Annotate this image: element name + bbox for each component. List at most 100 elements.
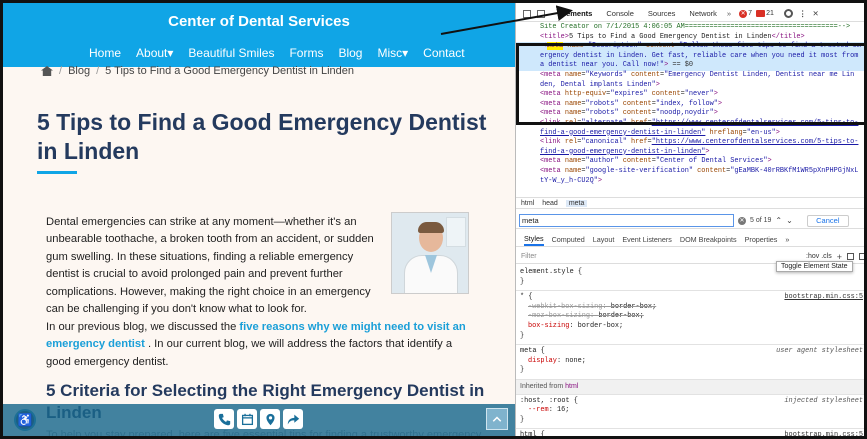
dom-node[interactable]: <meta http-equiv="expires" content="neve… <box>516 90 864 100</box>
dom-node[interactable]: <meta name="robots" content="noodp,noydi… <box>516 109 864 119</box>
css-rule: * {bootstrap.min.css:5 -webkit-box-sizing… <box>516 291 864 346</box>
dom-node[interactable]: <meta name="google-site-verification" co… <box>516 167 864 177</box>
dom-node[interactable]: <meta name="author" content="Center of D… <box>516 157 864 167</box>
device-toolbar-icon[interactable] <box>537 9 545 18</box>
css-property[interactable]: -webkit-box-sizing: border-box; <box>520 303 864 313</box>
css-property[interactable]: --rem: 16; <box>520 406 864 416</box>
sticky-action-bar: ♿ <box>3 404 515 436</box>
nav-home[interactable]: Home <box>89 46 121 60</box>
error-count: 7 <box>748 10 753 17</box>
page-title: 5 Tips to Find a Good Emergency Dentist … <box>37 109 487 164</box>
dom-node[interactable]: den, Dental implants Linden"> <box>516 81 864 91</box>
css-rule: meta {user agent stylesheet display: none… <box>516 345 864 380</box>
new-rule-icon[interactable]: + <box>837 252 842 262</box>
hov-cls-toggle[interactable]: :hov .cls <box>806 253 832 260</box>
phone-icon[interactable] <box>214 409 234 429</box>
cancel-search-button[interactable]: Cancel <box>806 214 849 227</box>
rule-source[interactable]: bootstrap.min.css:5 <box>784 293 863 303</box>
previous-match-icon[interactable]: ⌃ <box>775 216 782 225</box>
dom-node-selected[interactable]: ·· <meta name="Description" content="Fol… <box>516 42 864 52</box>
nav-misc[interactable]: Misc▾ <box>377 46 408 60</box>
crumb-html[interactable]: html <box>521 200 534 207</box>
main-nav: Home About▾ Beautiful Smiles Forms Blog … <box>89 46 480 60</box>
contact-actions <box>214 409 303 429</box>
settings-gear-icon[interactable] <box>783 9 793 18</box>
map-pin-icon[interactable] <box>260 409 280 429</box>
more-tabs-icon[interactable]: » <box>727 9 731 18</box>
dom-search-bar: ✕ 5 of 19 ⌃ ⌄ Cancel <box>516 213 864 229</box>
dom-search-input[interactable] <box>519 214 734 227</box>
tab-network[interactable]: Network <box>689 9 717 18</box>
dom-node[interactable]: tY-W_y_h-CU2Q"> <box>516 177 864 187</box>
rule-close-brace: } <box>520 277 525 286</box>
styles-filter-input[interactable]: Filter <box>521 253 806 260</box>
accessibility-icon[interactable]: ♿ <box>14 409 36 431</box>
nav-beautiful-smiles[interactable]: Beautiful Smiles <box>188 46 274 60</box>
tab-dom-breakpoints[interactable]: DOM Breakpoints <box>680 235 737 244</box>
more-panels-icon[interactable]: » <box>785 235 789 244</box>
dom-node[interactable]: <title>5 Tips to Find a Good Emergency D… <box>516 33 864 43</box>
tab-console[interactable]: Console <box>606 9 634 18</box>
css-property[interactable]: display: none; <box>520 357 864 367</box>
calendar-icon[interactable] <box>237 409 257 429</box>
next-match-icon[interactable]: ⌄ <box>786 216 793 225</box>
breadcrumb-blog[interactable]: Blog <box>68 65 90 77</box>
nav-about[interactable]: About▾ <box>136 46 173 60</box>
devtools-tabbar: Elements Console Sources Network » ✕ 7 21… <box>516 6 864 22</box>
close-icon[interactable]: ✕ <box>812 9 818 18</box>
previous-blog-paragraph: In our previous blog, we discussed the f… <box>46 319 476 371</box>
dom-tree: Site Creator on 7/1/2015 4:06:05 AM=====… <box>516 23 864 196</box>
nav-forms[interactable]: Forms <box>289 46 323 60</box>
dom-node[interactable]: Site Creator on 7/1/2015 4:06:05 AM=====… <box>516 23 864 33</box>
issue-count: 21 <box>766 10 774 17</box>
breadcrumb: / Blog / 5 Tips to Find a Good Emergency… <box>41 65 354 77</box>
dom-node[interactable]: <meta name="robots" content="index, foll… <box>516 100 864 110</box>
inspect-icon[interactable] <box>523 9 531 18</box>
dom-node[interactable]: <meta name="Keywords" content="Emergency… <box>516 71 864 81</box>
kebab-menu-icon[interactable]: ⋮ <box>799 9 807 18</box>
css-property[interactable]: -moz-box-sizing: border-box; <box>520 312 864 322</box>
rendering-icon[interactable] <box>859 253 864 260</box>
inherited-tag[interactable]: html <box>565 383 578 390</box>
intro-paragraph: Dental emergencies can strike at any mom… <box>46 216 374 316</box>
tab-layout[interactable]: Layout <box>593 235 615 244</box>
devtools-panel: Elements Console Sources Network » ✕ 7 21… <box>515 3 864 436</box>
rule-close-brace: } <box>520 366 525 375</box>
css-property[interactable]: box-sizing: border-box; <box>520 322 864 332</box>
dom-node[interactable]: <link rel="alternate" href="https://www.… <box>516 119 864 129</box>
nav-contact[interactable]: Contact <box>423 46 464 60</box>
breadcrumb-separator: / <box>59 65 63 77</box>
breadcrumb-separator: / <box>96 65 100 77</box>
computed-sidebar-icon[interactable] <box>847 253 854 260</box>
screenshot-frame: Center of Dental Services Home About▾ Be… <box>0 0 867 439</box>
rule-source: injected stylesheet <box>784 396 863 405</box>
nav-blog[interactable]: Blog <box>338 46 362 60</box>
tab-properties[interactable]: Properties <box>745 235 778 244</box>
clear-search-icon[interactable]: ✕ <box>738 216 746 225</box>
share-icon[interactable] <box>283 409 303 429</box>
dom-node[interactable]: find-a-good-emergency-dentist-in-linden"… <box>516 148 864 158</box>
error-count-badge[interactable]: ✕ 7 <box>739 9 753 18</box>
tab-sources[interactable]: Sources <box>648 9 676 18</box>
tab-elements[interactable]: Elements <box>559 9 592 18</box>
website-viewport: Center of Dental Services Home About▾ Be… <box>3 3 515 436</box>
css-rule: html {bootstrap.min.css:5font-size: 10px… <box>516 429 864 436</box>
chevron-up-icon[interactable] <box>486 408 508 430</box>
dentist-photo <box>391 212 469 294</box>
tab-computed[interactable]: Computed <box>552 235 585 244</box>
home-icon[interactable] <box>41 66 53 76</box>
issue-count-badge[interactable]: 21 <box>756 10 774 17</box>
inherited-from-header: Inherited from html <box>516 379 864 395</box>
tab-styles[interactable]: Styles <box>524 234 544 246</box>
crumb-meta[interactable]: meta <box>565 199 588 207</box>
dom-node-selected[interactable]: a dentist near you. Call now!"> == $0 <box>516 61 864 71</box>
rule-close-brace: } <box>520 415 525 424</box>
dom-node[interactable]: find-a-good-emergency-dentist-in-linden"… <box>516 129 864 139</box>
dom-node-selected[interactable]: ergency dentist in Linden. Get fast, rel… <box>516 51 864 62</box>
site-title[interactable]: Center of Dental Services <box>3 13 515 30</box>
rule-source[interactable]: bootstrap.min.css:5 <box>784 431 863 436</box>
dom-breadcrumb-bar: html head meta <box>516 197 864 209</box>
dom-node[interactable]: <link rel="canonical" href="https://www.… <box>516 138 864 148</box>
crumb-head[interactable]: head <box>542 200 558 207</box>
tab-event-listeners[interactable]: Event Listeners <box>622 235 672 244</box>
